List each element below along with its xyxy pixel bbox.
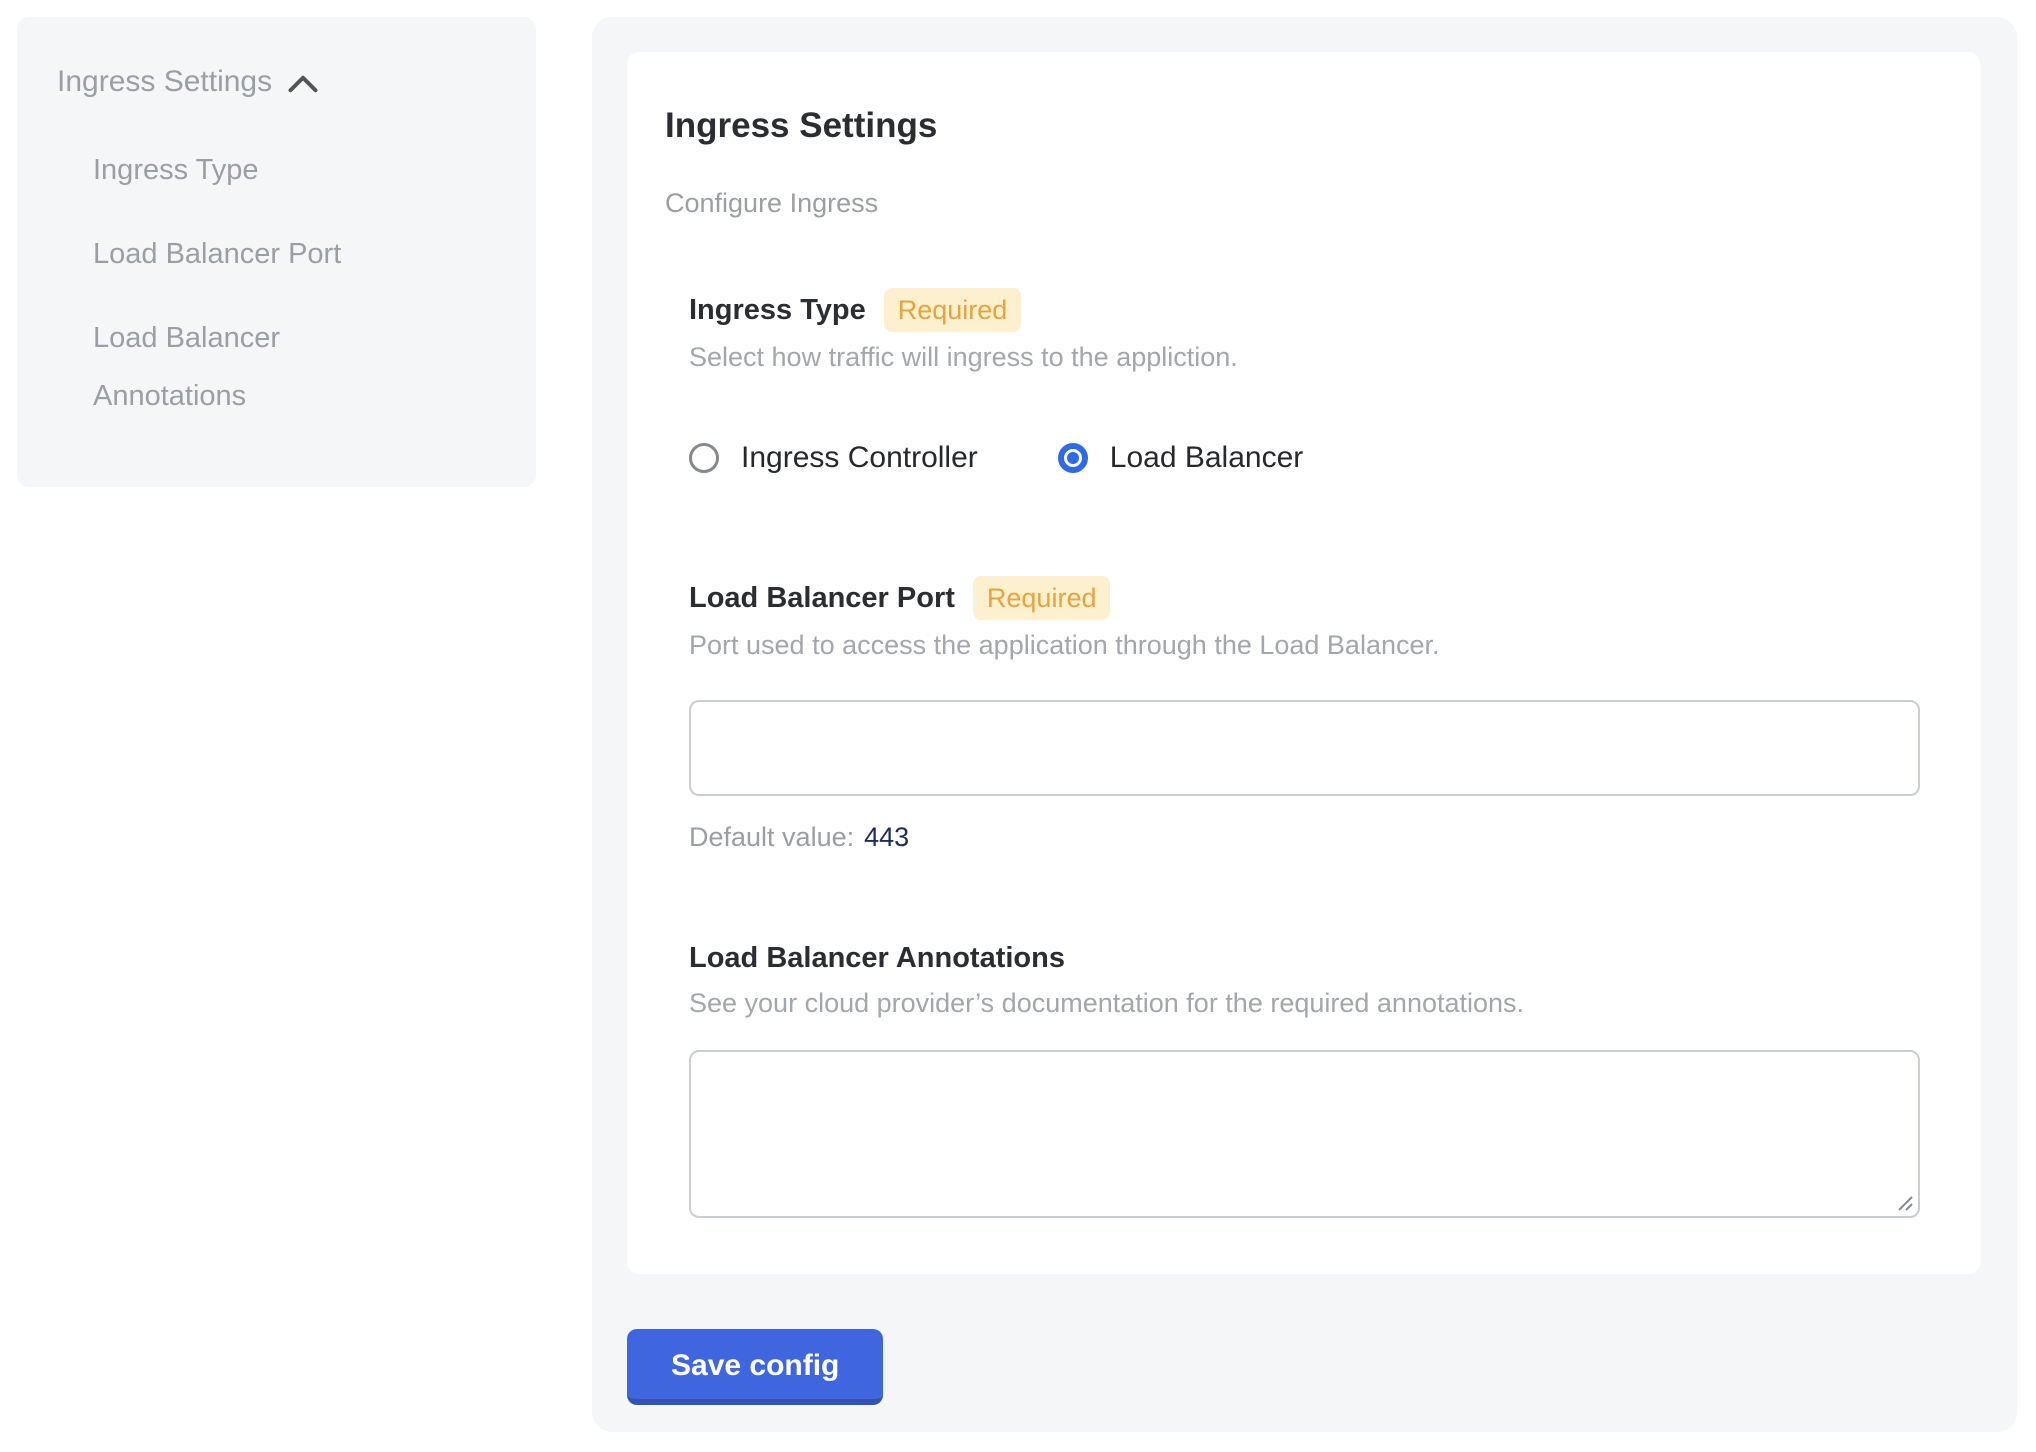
load-balancer-annotations-textarea[interactable] — [689, 1050, 1920, 1218]
default-value: 443 — [864, 822, 909, 852]
page-title: Ingress Settings — [665, 104, 1920, 148]
sidebar-group-label: Ingress Settings — [57, 65, 272, 99]
ingress-settings-card: Ingress Settings Configure Ingress Ingre… — [627, 52, 1980, 1274]
sidebar-item-load-balancer-annotations[interactable]: Load Balancer Annotations — [93, 309, 423, 425]
radio-option-load-balancer[interactable]: Load Balancer — [1058, 441, 1303, 475]
required-badge: Required — [973, 576, 1111, 620]
ingress-type-description: Select how traffic will ingress to the a… — [689, 338, 1920, 376]
chevron-up-icon[interactable] — [288, 75, 318, 93]
sidebar-items: Ingress Type Load Balancer Port Load Bal… — [93, 141, 486, 425]
load-balancer-annotations-label: Load Balancer Annotations — [689, 938, 1065, 978]
resize-handle-icon[interactable] — [1896, 1194, 1914, 1212]
page-subtitle: Configure Ingress — [665, 184, 1920, 222]
ingress-type-radio-group: Ingress Controller Load Balancer — [689, 436, 1920, 480]
save-config-button[interactable]: Save config — [627, 1329, 883, 1405]
load-balancer-port-input[interactable] — [689, 700, 1920, 796]
default-value-label: Default value: — [689, 822, 854, 852]
sidebar-item-ingress-type[interactable]: Ingress Type — [93, 141, 423, 199]
settings-nav-sidebar: Ingress Settings Ingress Type Load Balan… — [17, 17, 536, 487]
radio-button-load-balancer[interactable] — [1058, 443, 1088, 473]
default-value-line: Default value: 443 — [689, 818, 1920, 856]
ingress-type-label: Ingress Type — [689, 290, 866, 330]
load-balancer-port-description: Port used to access the application thro… — [689, 626, 1920, 664]
main-panel: Ingress Settings Configure Ingress Ingre… — [592, 17, 2017, 1432]
load-balancer-annotations-description: See your cloud provider’s documentation … — [689, 984, 1920, 1022]
radio-option-ingress-controller[interactable]: Ingress Controller — [689, 441, 978, 475]
radio-button-ingress-controller[interactable] — [689, 443, 719, 473]
radio-label-ingress-controller: Ingress Controller — [741, 441, 978, 475]
sidebar-item-load-balancer-port[interactable]: Load Balancer Port — [93, 225, 423, 283]
section-load-balancer-port: Load Balancer Port Required Port used to… — [689, 576, 1920, 856]
radio-label-load-balancer: Load Balancer — [1110, 441, 1303, 475]
section-ingress-type: Ingress Type Required Select how traffic… — [689, 288, 1920, 480]
app-root: { "colors": { "accent": "#2e6ae6", "butt… — [0, 0, 2036, 1452]
required-badge: Required — [884, 288, 1022, 332]
load-balancer-port-label: Load Balancer Port — [689, 578, 955, 618]
sidebar-group-ingress-settings[interactable]: Ingress Settings — [57, 65, 486, 99]
section-load-balancer-annotations: Load Balancer Annotations See your cloud… — [689, 938, 1920, 1218]
